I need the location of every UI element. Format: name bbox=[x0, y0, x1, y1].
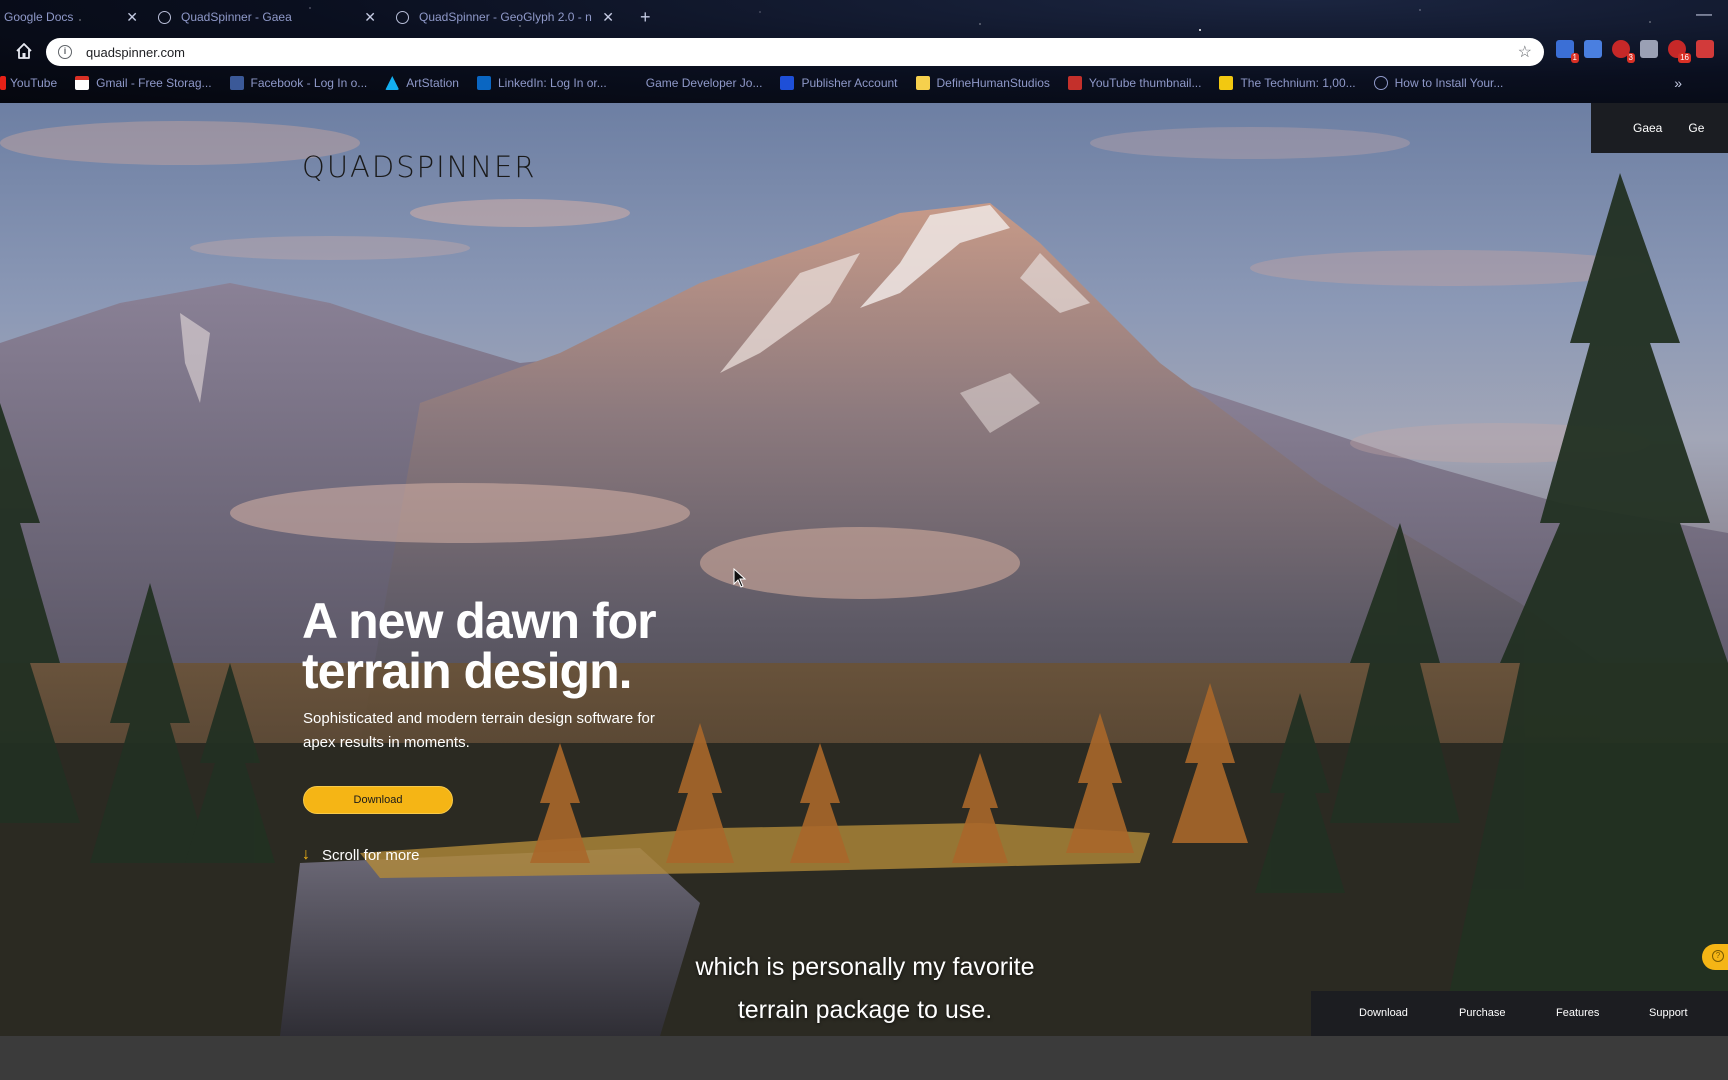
bookmark-youtube-thumbnail[interactable]: YouTube thumbnail... bbox=[1067, 76, 1202, 90]
hero-headline: A new dawn for terrain design. bbox=[302, 593, 657, 699]
tab-google-docs[interactable]: Google Docs ✕ bbox=[0, 0, 150, 34]
artstation-icon bbox=[385, 76, 400, 90]
quadspinner-logo[interactable]: QUADSPINNER bbox=[302, 150, 537, 184]
gmail-icon bbox=[75, 76, 90, 90]
arrow-down-icon: ↓ bbox=[302, 846, 310, 863]
bookmark-label: Publisher Account bbox=[801, 76, 898, 90]
bottom-nav-features[interactable]: Features bbox=[1556, 1007, 1599, 1019]
tab-quadspinner-gaea[interactable]: QuadSpinner - Gaea ✕ bbox=[150, 0, 388, 34]
globe-icon bbox=[1373, 76, 1388, 90]
bottom-nav-download[interactable]: Download bbox=[1359, 1007, 1408, 1019]
bookmark-label: DefineHumanStudios bbox=[936, 76, 1050, 90]
new-tab-button[interactable]: + bbox=[640, 7, 651, 28]
page-bottom-strip bbox=[0, 1036, 1728, 1080]
globe-icon bbox=[158, 10, 171, 24]
tab-quadspinner-geoglyph[interactable]: QuadSpinner - GeoGlyph 2.0 - n ✕ bbox=[388, 0, 626, 34]
extension-icon[interactable] bbox=[1640, 40, 1658, 58]
top-navigation: Gaea Ge bbox=[1591, 103, 1728, 153]
extensions-bar: 1 3 16 bbox=[1556, 40, 1714, 63]
question-icon: ? bbox=[1712, 950, 1724, 962]
bookmark-label: How to Install Your... bbox=[1394, 76, 1504, 90]
bottom-nav-purchase[interactable]: Purchase bbox=[1459, 1007, 1505, 1019]
mountain-landscape-image bbox=[0, 121, 1728, 1036]
more-bookmarks-icon[interactable]: » bbox=[1674, 75, 1682, 91]
close-icon[interactable]: ✕ bbox=[602, 9, 614, 26]
bookmark-youtube[interactable]: YouTube bbox=[0, 76, 57, 90]
scroll-label: Scroll for more bbox=[322, 846, 420, 864]
caption-line: which is personally my favorite bbox=[695, 953, 1035, 981]
bookmark-label: ArtStation bbox=[406, 76, 459, 90]
hero-subline: Sophisticated and modern terrain design … bbox=[303, 710, 655, 751]
url-text[interactable]: quadspinner.com bbox=[86, 45, 1518, 60]
tab-title: QuadSpinner - GeoGlyph 2.0 - n bbox=[419, 10, 592, 24]
nav-link-gaea[interactable]: Gaea bbox=[1633, 121, 1662, 135]
help-widget[interactable]: ? bbox=[1702, 944, 1728, 970]
bookmark-star-icon[interactable]: ☆ bbox=[1518, 42, 1532, 62]
bookmark-publisher-account[interactable]: Publisher Account bbox=[780, 76, 898, 90]
blank-page-icon bbox=[625, 76, 639, 90]
bookmark-facebook[interactable]: Facebook - Log In o... bbox=[229, 76, 368, 90]
browser-chrome: Google Docs ✕ QuadSpinner - Gaea ✕ QuadS… bbox=[0, 0, 1728, 103]
extension-icon[interactable]: 3 bbox=[1612, 40, 1635, 63]
folder-icon bbox=[915, 76, 930, 90]
extension-icon[interactable] bbox=[1696, 40, 1714, 58]
bookmarks-bar: YouTube Gmail - Free Storag... Facebook … bbox=[0, 71, 1728, 95]
bottom-navigation: Download Purchase Features Support bbox=[1311, 991, 1728, 1036]
video-caption: which is personally my favorite terrain … bbox=[500, 946, 1230, 1032]
linkedin-icon bbox=[476, 76, 491, 90]
tab-title: Google Docs bbox=[4, 10, 74, 24]
bookmark-label: YouTube thumbnail... bbox=[1088, 76, 1202, 90]
bookmark-label: Facebook - Log In o... bbox=[250, 76, 368, 90]
thumbnail-icon bbox=[1067, 76, 1082, 90]
bookmark-label: Gmail - Free Storag... bbox=[96, 76, 212, 90]
bookmark-definehumanstudios[interactable]: DefineHumanStudios bbox=[915, 76, 1050, 90]
navigation-row: i quadspinner.com ☆ 1 3 16 bbox=[0, 36, 1728, 68]
extension-badge: 1 bbox=[1570, 53, 1579, 63]
bookmark-technium[interactable]: The Technium: 1,00... bbox=[1219, 76, 1356, 90]
close-icon[interactable]: ✕ bbox=[126, 9, 138, 26]
download-button[interactable]: Download bbox=[303, 786, 453, 814]
info-icon[interactable]: i bbox=[58, 45, 72, 59]
bookmark-game-developer[interactable]: Game Developer Jo... bbox=[625, 76, 763, 90]
caption-line: terrain package to use. bbox=[737, 996, 993, 1024]
bottom-nav-support[interactable]: Support bbox=[1649, 1007, 1688, 1019]
tab-bar: Google Docs ✕ QuadSpinner - Gaea ✕ QuadS… bbox=[0, 0, 1728, 34]
bookmark-how-to-install[interactable]: How to Install Your... bbox=[1373, 76, 1504, 90]
mouse-cursor-icon bbox=[733, 568, 747, 588]
extension-badge: 3 bbox=[1626, 53, 1635, 63]
minimize-icon[interactable]: — bbox=[1696, 6, 1712, 24]
close-icon[interactable]: ✕ bbox=[364, 9, 376, 26]
scroll-for-more-link[interactable]: ↓ Scroll for more bbox=[302, 846, 420, 864]
globe-icon bbox=[396, 10, 409, 24]
bookmark-label: YouTube bbox=[10, 76, 58, 90]
hero-section: QUADSPINNER bbox=[0, 103, 1728, 1036]
unity-icon bbox=[780, 76, 795, 90]
extension-badge: 16 bbox=[1678, 53, 1691, 63]
bookmark-label: LinkedIn: Log In or... bbox=[497, 76, 607, 90]
extension-icon[interactable]: 1 bbox=[1556, 40, 1579, 63]
nav-link-truncated[interactable]: Ge bbox=[1688, 121, 1704, 135]
bookmark-label: Game Developer Jo... bbox=[645, 76, 763, 90]
tab-title: QuadSpinner - Gaea bbox=[181, 10, 292, 24]
youtube-icon bbox=[0, 76, 6, 90]
bookmark-artstation[interactable]: ArtStation bbox=[385, 76, 459, 90]
home-icon[interactable] bbox=[14, 41, 34, 61]
bookmark-gmail[interactable]: Gmail - Free Storag... bbox=[75, 76, 212, 90]
address-bar[interactable]: i quadspinner.com ☆ bbox=[46, 38, 1544, 66]
facebook-icon bbox=[229, 76, 244, 90]
kk-icon bbox=[1219, 76, 1234, 90]
app-root: Google Docs ✕ QuadSpinner - Gaea ✕ QuadS… bbox=[0, 0, 1728, 1080]
bookmark-label: The Technium: 1,00... bbox=[1240, 76, 1356, 90]
bookmark-linkedin[interactable]: LinkedIn: Log In or... bbox=[476, 76, 607, 90]
translate-extension-icon[interactable] bbox=[1584, 40, 1602, 58]
extension-icon[interactable]: 16 bbox=[1668, 40, 1691, 63]
